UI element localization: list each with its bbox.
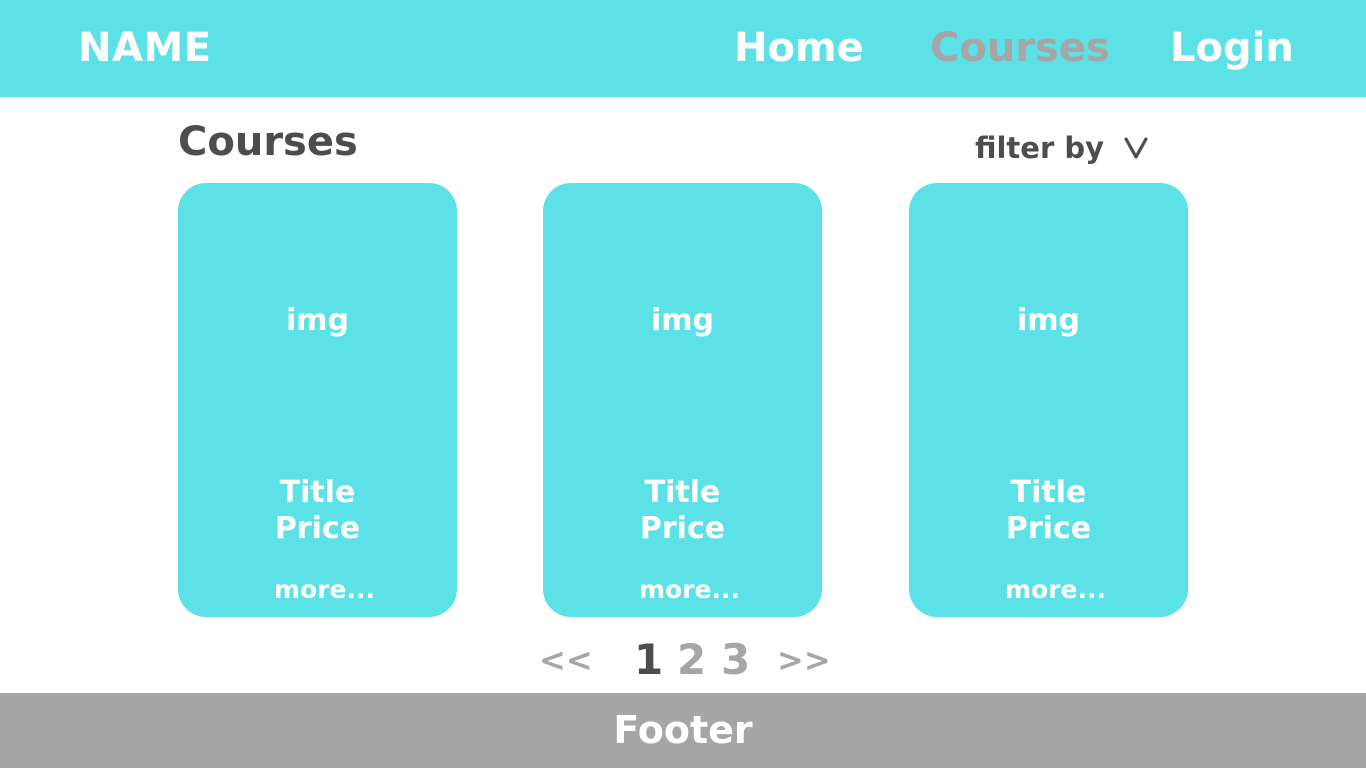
course-more-link[interactable]: more... [923,575,1188,605]
chevron-down-icon[interactable] [1122,133,1150,161]
filter-dropdown-label[interactable]: filter by [975,128,1104,168]
course-card[interactable]: img Title Price more... [543,183,822,617]
course-price: Price [1005,511,1092,546]
footer-label: Footer [613,708,753,752]
course-image-placeholder: img [650,303,715,338]
pagination-prev-button[interactable]: << [539,636,593,684]
pagination-page-3[interactable]: 3 [721,636,750,684]
course-more-link[interactable]: more... [192,575,457,605]
course-card[interactable]: img Title Price more... [909,183,1188,617]
course-title: Title [644,475,721,510]
page-title: Courses [178,119,358,165]
header: NAME Home Courses Login [0,0,1366,97]
course-more-link[interactable]: more... [557,575,822,605]
nav-login-link[interactable]: Login [1170,24,1294,72]
course-price: Price [274,511,361,546]
course-image-placeholder: img [1016,303,1081,338]
pagination-next-button[interactable]: >> [777,636,831,684]
course-image-placeholder: img [285,303,350,338]
footer: Footer [0,693,1366,768]
nav-home-link[interactable]: Home [734,24,864,72]
course-title: Title [279,475,356,510]
course-card[interactable]: img Title Price more... [178,183,457,617]
nav-courses-link[interactable]: Courses [930,24,1110,72]
pagination-page-2[interactable]: 2 [677,636,706,684]
brand-name[interactable]: NAME [78,24,212,72]
course-title: Title [1010,475,1087,510]
course-price: Price [639,511,726,546]
pagination-page-1[interactable]: 1 [634,636,663,684]
